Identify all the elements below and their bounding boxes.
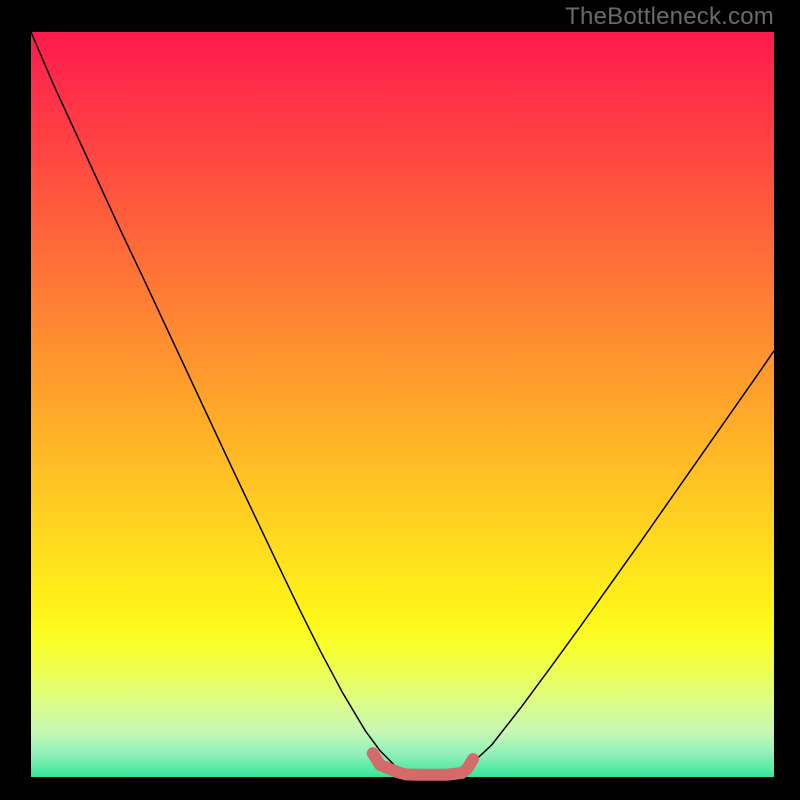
- watermark-text: TheBottleneck.com: [565, 3, 774, 31]
- bottleneck-curve: [31, 32, 774, 776]
- chart-svg: [0, 0, 800, 800]
- chart-frame: TheBottleneck.com: [0, 0, 800, 800]
- bottom-marker: [373, 753, 473, 775]
